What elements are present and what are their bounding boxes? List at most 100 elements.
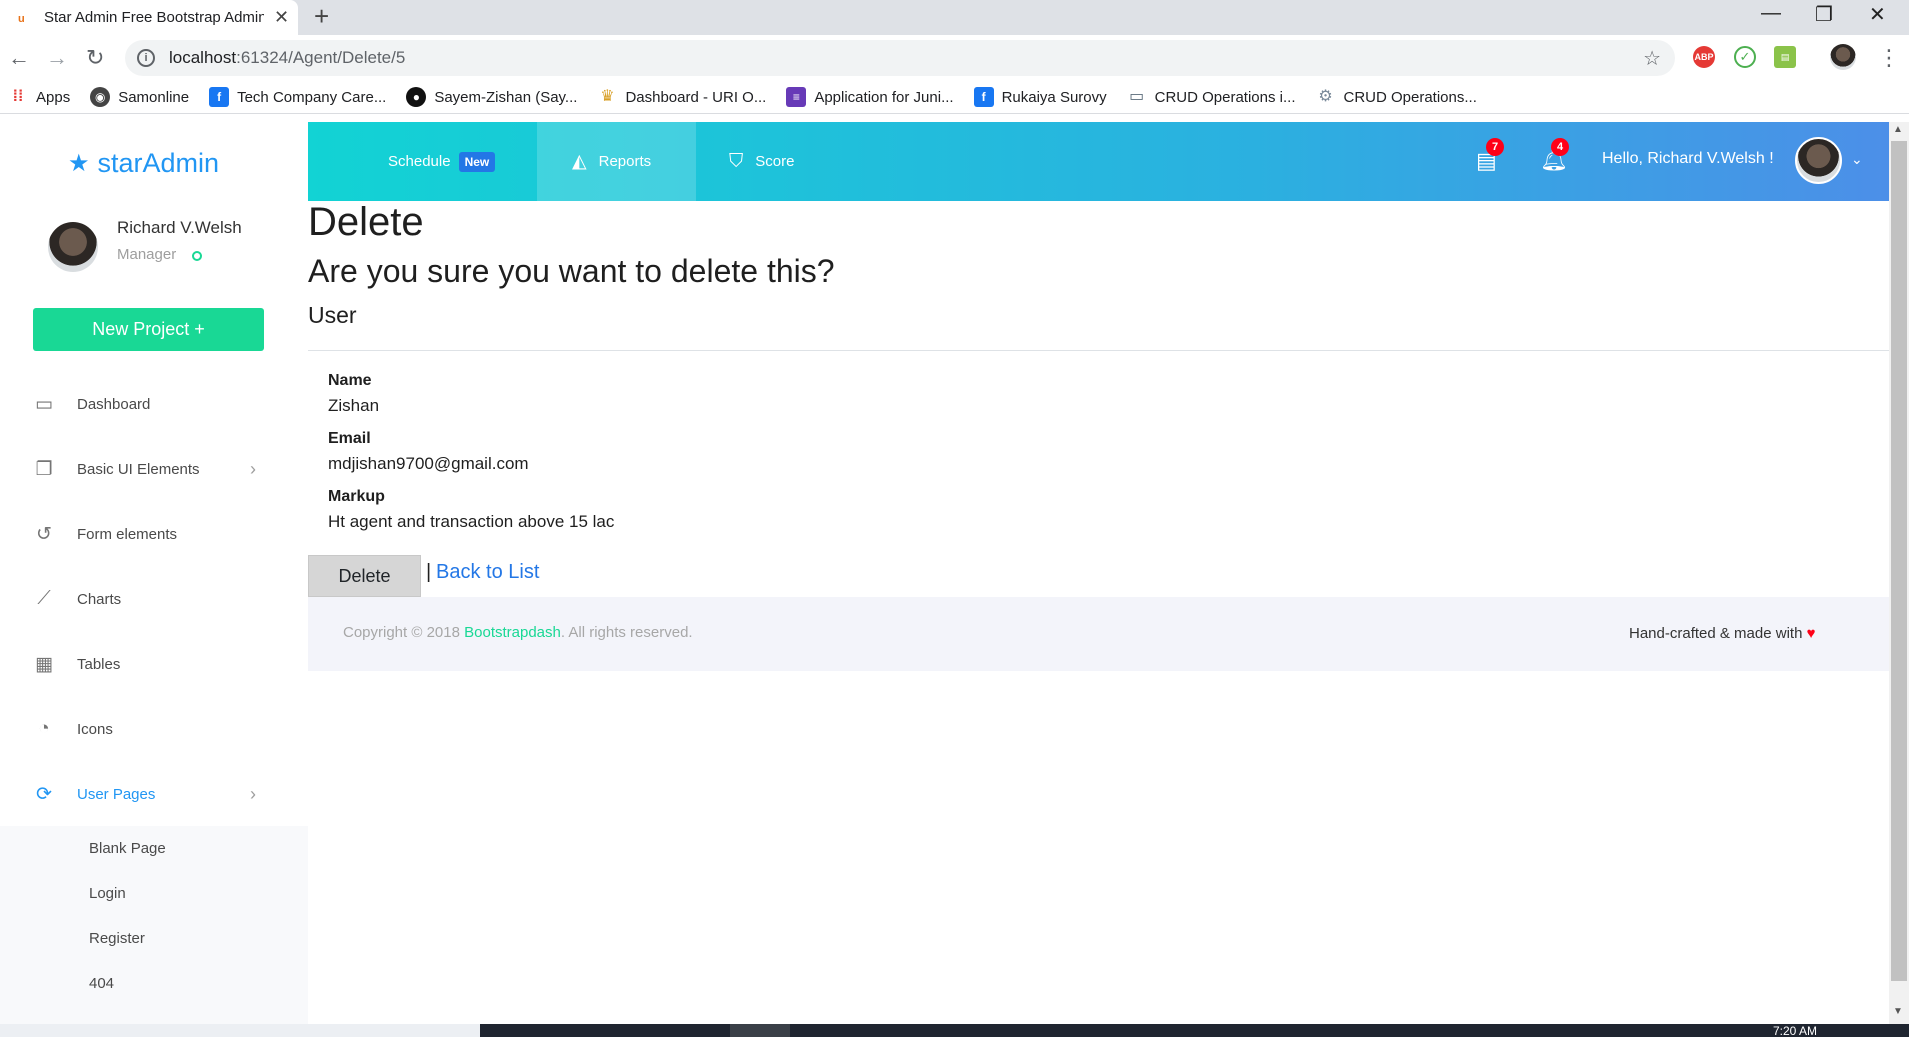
taskbar-search[interactable] bbox=[0, 1024, 480, 1037]
user-greeting[interactable]: Hello, Richard V.Welsh ! bbox=[1602, 150, 1774, 168]
adblock-extension-icon[interactable]: ABP bbox=[1693, 46, 1715, 68]
bookmark-item[interactable]: ▭ CRUD Operations i... bbox=[1127, 87, 1295, 107]
sidebar-item-label: Tables bbox=[77, 655, 121, 673]
sidebar-item-label: Form elements bbox=[77, 525, 178, 543]
site-info-icon[interactable]: i bbox=[137, 49, 155, 67]
bookmark-item[interactable]: ≡ Application for Juni... bbox=[786, 87, 954, 107]
sidebar-item-label: Icons bbox=[77, 720, 113, 738]
bookmark-icon: ⛉ bbox=[729, 150, 744, 172]
brand-logo[interactable]: ★ star Admin bbox=[68, 148, 219, 179]
browser-tab-title: Star Admin Free Bootstrap Admin bbox=[44, 9, 264, 26]
trophy-icon: ♛ bbox=[600, 88, 615, 105]
bookmark-item[interactable]: ⚙ CRUD Operations... bbox=[1316, 87, 1477, 107]
navbar-avatar[interactable] bbox=[1795, 137, 1842, 184]
form-icon: ≡ bbox=[786, 87, 807, 107]
sidebar-item-basic-ui-elements[interactable]: ❐ Basic UI Elements › bbox=[0, 449, 308, 489]
check-extension-icon[interactable]: ✓ bbox=[1734, 46, 1756, 68]
field-value-name: Zishan bbox=[328, 396, 380, 415]
sidebar-item-charts[interactable]: ⟋ Charts bbox=[0, 579, 308, 619]
copyright-text: Copyright © 2018 Bootstrapdash. All righ… bbox=[343, 624, 693, 641]
sidebar-user-name: Richard V.Welsh bbox=[117, 218, 242, 237]
area-chart-icon: ◭ bbox=[572, 151, 587, 172]
github-icon: ● bbox=[406, 87, 427, 107]
inbox-extension-icon[interactable]: ▤ bbox=[1774, 46, 1796, 68]
chevron-right-icon: › bbox=[250, 783, 256, 804]
new-badge: New bbox=[458, 151, 496, 172]
handcrafted-text: Hand-crafted & made with ♥ bbox=[1629, 625, 1816, 642]
sidebar-item-dashboard[interactable]: ▭ Dashboard bbox=[0, 384, 308, 424]
field-label-email: Email bbox=[328, 430, 371, 447]
bookmark-item[interactable]: ♛ Dashboard - URI O... bbox=[597, 87, 766, 107]
nav-schedule[interactable]: Schedule New bbox=[388, 122, 496, 201]
sidebar-avatar bbox=[48, 222, 98, 272]
online-status-icon bbox=[192, 251, 202, 261]
plus-icon: + bbox=[194, 319, 205, 339]
delete-button[interactable]: Delete bbox=[308, 555, 421, 597]
brand-prefix: star bbox=[97, 148, 143, 178]
site-favicon-icon: u bbox=[18, 12, 25, 25]
bookmark-item[interactable]: f Tech Company Care... bbox=[209, 87, 386, 107]
os-taskbar bbox=[0, 1024, 1909, 1037]
page-title: Delete bbox=[308, 200, 424, 244]
close-window-icon[interactable]: ✕ bbox=[1869, 2, 1886, 27]
scroll-down-arrow-icon[interactable]: ▼ bbox=[1893, 1006, 1903, 1017]
nav-reports[interactable]: ◭ Reports bbox=[537, 122, 696, 201]
bookmark-star-icon[interactable]: ☆ bbox=[1643, 46, 1661, 71]
bookmarks-bar: ⁞⁞ Apps ◉ Samonline f Tech Company Care... … bbox=[0, 81, 1909, 114]
browser-tab[interactable]: u Star Admin Free Bootstrap Admin ✕ bbox=[0, 0, 298, 35]
confirmation-question: Are you sure you want to delete this? bbox=[308, 253, 835, 289]
sidebar-item-label: Basic UI Elements bbox=[77, 460, 200, 478]
reload-icon[interactable]: ↻ bbox=[86, 45, 104, 71]
chart-line-icon: ⟋ bbox=[37, 588, 51, 609]
sidebar-item-tables[interactable]: ▦ Tables bbox=[0, 644, 308, 684]
field-label-markup: Markup bbox=[328, 488, 385, 505]
url-host: localhost bbox=[169, 48, 237, 67]
sidebar-item-form-elements[interactable]: ↺ Form elements bbox=[0, 514, 308, 554]
new-project-button[interactable]: New Project + bbox=[33, 308, 264, 351]
url-path: :61324/Agent/Delete/5 bbox=[236, 48, 406, 67]
bootstrapdash-link[interactable]: Bootstrapdash bbox=[464, 624, 561, 641]
tab-close-icon[interactable]: ✕ bbox=[274, 7, 289, 28]
scroll-up-arrow-icon[interactable]: ▲ bbox=[1893, 124, 1903, 135]
browser-menu-icon[interactable]: ⋮ bbox=[1878, 45, 1900, 71]
submenu-item-login[interactable]: Login bbox=[89, 885, 126, 902]
chevron-down-icon[interactable]: ⌄ bbox=[1851, 151, 1863, 168]
messages-count-badge: 7 bbox=[1486, 138, 1504, 156]
sidebar-item-user-pages[interactable]: ⟳ User Pages › bbox=[0, 774, 308, 814]
notifications-count-badge: 4 bbox=[1551, 138, 1569, 156]
field-value-markup: Ht agent and transaction above 15 lac bbox=[328, 512, 615, 531]
heart-icon: ♥ bbox=[1806, 625, 1816, 642]
restore-window-icon[interactable]: ❐ bbox=[1815, 2, 1833, 27]
divider bbox=[308, 350, 1889, 351]
address-bar[interactable]: i localhost :61324/Agent/Delete/5 ☆ bbox=[125, 40, 1675, 76]
sidebar-item-icons[interactable]: ◔ Icons bbox=[0, 709, 308, 749]
back-arrow-icon[interactable]: ← bbox=[8, 45, 30, 71]
submenu-item-404[interactable]: 404 bbox=[89, 975, 114, 992]
bookmark-item[interactable]: ⁞⁞ Apps bbox=[8, 87, 71, 107]
settings-icon: ⚙ bbox=[1318, 88, 1333, 105]
taskbar-active-app[interactable] bbox=[730, 1024, 790, 1037]
field-value-email: mdjishan9700@gmail.com bbox=[328, 454, 529, 473]
submenu-item-register[interactable]: Register bbox=[89, 930, 145, 947]
bookmark-item[interactable]: ◉ Samonline bbox=[90, 87, 189, 107]
sidebar-item-label: User Pages bbox=[77, 785, 156, 803]
monitor-icon: ▭ bbox=[1129, 88, 1145, 105]
star-icon: ★ bbox=[68, 150, 90, 177]
forward-arrow-icon[interactable]: → bbox=[46, 45, 68, 71]
submenu-item-blank-page[interactable]: Blank Page bbox=[89, 840, 166, 857]
nav-score[interactable]: ⛉ Score bbox=[729, 122, 794, 201]
sidebar-user-role: Manager bbox=[117, 246, 177, 263]
restart-icon: ⟳ bbox=[36, 783, 52, 805]
chevron-right-icon: › bbox=[250, 458, 256, 479]
minimize-window-icon[interactable]: — bbox=[1761, 2, 1781, 25]
apps-grid-icon: ⁞⁞ bbox=[12, 88, 24, 105]
table-icon: ▦ bbox=[35, 653, 53, 675]
profile-avatar-icon[interactable] bbox=[1830, 44, 1856, 70]
new-tab-button[interactable]: + bbox=[314, 1, 329, 32]
bookmark-item[interactable]: ● Sayem-Zishan (Say... bbox=[406, 87, 577, 107]
back-to-list-link[interactable]: Back to List bbox=[436, 561, 539, 584]
bookmark-item[interactable]: f Rukaiya Surovy bbox=[973, 87, 1107, 107]
monitor-icon: ▭ bbox=[35, 393, 53, 415]
separator: | bbox=[426, 561, 432, 583]
scrollbar-thumb[interactable] bbox=[1891, 141, 1907, 981]
